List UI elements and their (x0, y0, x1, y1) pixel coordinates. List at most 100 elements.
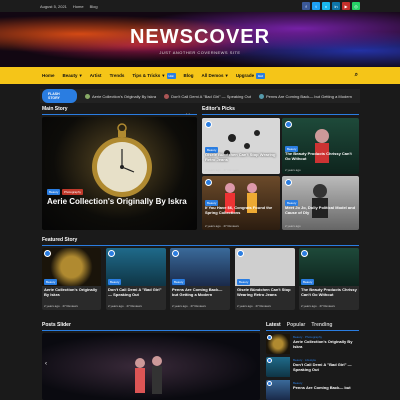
nav-item-artist[interactable]: Artist (90, 73, 102, 78)
hot-badge: Hot (166, 72, 176, 79)
latest-title[interactable]: Aerie Collection's Originally By Iskra (293, 339, 359, 350)
ticker-item[interactable]: Don't Call Demi A "Bad Girl" — Speaking … (164, 93, 251, 99)
featured-story-heading: Featured Story (42, 237, 78, 243)
nav-item-trends[interactable]: Trends (110, 73, 125, 78)
post-format-icon (285, 179, 292, 186)
editor-pick-title[interactable]: If You Have $6, Congrats Found the Sprin… (205, 205, 279, 216)
ticker-text: Penns Are Coming Back— but Getting a Mod… (265, 93, 352, 99)
youtube-icon[interactable]: ▶ (342, 2, 350, 10)
nav-item-blog[interactable]: Blog (184, 73, 194, 78)
post-format-icon (172, 250, 179, 257)
nav-item-tips[interactable]: Tips & Tricks ▾ Hot (132, 72, 176, 79)
editors-picks-heading: Editor's Picks (202, 106, 235, 112)
nav-label: Upgrade (235, 73, 255, 78)
category-badge[interactable]: Beauty (301, 279, 315, 285)
featured-card[interactable]: Beauty Don't Call Demi A "Bad Girl" — Sp… (106, 248, 166, 310)
vimeo-icon[interactable]: v (322, 2, 330, 10)
main-story-title[interactable]: Aerie Collection's Originally By Iskra (47, 197, 187, 207)
latest-item[interactable]: Beauty · Photography Aerie Collection's … (266, 334, 359, 354)
post-format-icon (237, 250, 244, 257)
editor-pick-title[interactable]: Gisele Bündchen Can't Stop Wearing Retro… (205, 152, 279, 163)
flash-story-badge: FLASH STORY (42, 89, 77, 103)
editor-pick-card[interactable]: Beauty Gisele Bündchen Can't Stop Wearin… (202, 118, 280, 174)
topbar-link-home[interactable]: Home (73, 4, 84, 9)
ticker-item[interactable]: Penns Are Coming Back— but Getting a Mod… (258, 93, 352, 99)
main-story-card[interactable]: Beauty Photography Aerie Collection's Or… (42, 117, 197, 230)
featured-card[interactable]: Beauty The Beauty Products Chrissy Can't… (299, 248, 359, 310)
nav-item-beauty[interactable]: Beauty ▾ (63, 73, 82, 79)
editor-pick-card[interactable]: Beauty If You Have $6, Congrats Found th… (202, 176, 280, 230)
featured-card[interactable]: Beauty Penns Are Coming Back— but Gettin… (170, 248, 230, 310)
twitter-icon[interactable]: t (312, 2, 320, 10)
post-format-icon (44, 250, 51, 257)
editor-pick-title[interactable]: The Beauty Products Chrissy Can't Go Wit… (285, 151, 357, 162)
post-format-icon (301, 250, 308, 257)
category-badge[interactable]: Beauty (44, 279, 58, 285)
featured-title[interactable]: The Beauty Products Chrissy Can't Go Wit… (301, 287, 358, 298)
posts-slider-card[interactable]: ‹ (42, 333, 260, 400)
chevron-down-icon: ▾ (225, 72, 228, 78)
search-icon[interactable]: ⌕ (355, 72, 358, 79)
main-story-heading: Main Story (42, 106, 68, 112)
section-divider (202, 114, 359, 115)
ticker-text: Don't Call Demi A "Bad Girl" — Speaking … (171, 93, 251, 99)
dalmatian-image (202, 118, 280, 174)
tab-popular[interactable]: Popular (287, 322, 306, 328)
nav-label: Artist (89, 73, 102, 78)
post-meta: 2 years ago · 47 Reviews (108, 304, 142, 308)
post-format-icon (285, 121, 292, 128)
post-format-icon (108, 250, 115, 257)
facebook-icon[interactable]: f (302, 2, 310, 10)
main-nav: Home Beauty ▾ Artist Trends Tips & Tricks… (0, 67, 400, 84)
linkedin-icon[interactable]: in (332, 2, 340, 10)
editor-pick-title[interactable]: Meet Jo Jo, Dolly Political Model and Ca… (285, 205, 357, 216)
post-meta: 2 years ago · 47 Reviews (44, 304, 78, 308)
topbar-link-blog[interactable]: Blog (90, 4, 98, 9)
ticker-item[interactable]: Aerie Collection's Originally By Iskra (84, 93, 156, 99)
nav-item-demos[interactable]: All Demos ▾ (202, 73, 228, 79)
post-meta: 2 years ago · 47 Reviews (205, 224, 239, 228)
post-format-icon (205, 179, 212, 186)
featured-title[interactable]: Don't Call Demi A "Bad Girl" — Speaking … (108, 287, 165, 298)
latest-item[interactable]: Beauty Penns Are Coming Back— but (266, 380, 359, 400)
latest-rank-badge (267, 381, 272, 386)
category-badge[interactable]: Beauty (172, 279, 186, 285)
editor-pick-card[interactable]: Beauty Meet Jo Jo, Dolly Political Model… (282, 176, 359, 230)
slider-prev-button[interactable]: ‹ (45, 361, 47, 367)
category-badge[interactable]: Beauty (47, 189, 61, 195)
tab-latest[interactable]: Latest (266, 322, 281, 328)
social-icons: f t v in ▶ ◎ (302, 2, 360, 10)
section-divider (42, 114, 197, 115)
post-format-icon (205, 121, 212, 128)
featured-title[interactable]: Gisele Bündchen Can't Stop Wearing Retro… (237, 287, 294, 298)
slider-prev-next[interactable]: ‹ › (186, 111, 190, 116)
latest-title[interactable]: Penns Are Coming Back— but (293, 385, 359, 391)
post-meta: 2 years ago · 47 Reviews (172, 304, 206, 308)
site-logo[interactable]: NEWSCOVER (0, 26, 400, 49)
editor-pick-card[interactable]: Beauty The Beauty Products Chrissy Can't… (282, 118, 359, 174)
nav-label: Trends (109, 73, 125, 78)
whatsapp-icon[interactable]: ◎ (352, 2, 360, 10)
category-badge[interactable]: Beauty (108, 279, 122, 285)
post-meta: 2 years ago (285, 224, 301, 228)
header-banner: NEWSCOVER JUST ANOTHER COVERNEWS SITE (0, 12, 400, 67)
tab-trending[interactable]: Trending (311, 322, 332, 328)
nav-item-upgrade[interactable]: Upgrade Hot (235, 72, 266, 79)
nav-item-home[interactable]: Home (42, 73, 55, 78)
site-tagline: JUST ANOTHER COVERNEWS SITE (159, 50, 241, 55)
hot-badge: Hot (256, 72, 266, 79)
featured-title[interactable]: Penns Are Coming Back— but Getting a Mod… (172, 287, 229, 298)
chevron-down-icon: ▾ (79, 72, 82, 78)
featured-card[interactable]: Beauty Aerie Collection's Originally By … (42, 248, 101, 310)
category-badge[interactable]: Photography (62, 189, 84, 195)
featured-card[interactable]: Beauty Gisele Bündchen Can't Stop Wearin… (235, 248, 295, 310)
category-badge[interactable]: Beauty (237, 279, 251, 285)
pocket-watch-image (92, 123, 152, 197)
top-bar: August 5, 2021 Home Blog f t v in ▶ ◎ (0, 0, 400, 12)
latest-title[interactable]: Don't Call Demi A "Bad Girl" — Speaking … (293, 362, 359, 373)
date-text: August 5, 2021 (40, 3, 67, 9)
latest-item[interactable]: Beauty · Lifestyle Don't Call Demi A "Ba… (266, 357, 359, 377)
nav-label: Home (42, 73, 55, 78)
featured-title[interactable]: Aerie Collection's Originally By Iskra (44, 287, 100, 298)
nav-label: All Demos (201, 73, 224, 78)
